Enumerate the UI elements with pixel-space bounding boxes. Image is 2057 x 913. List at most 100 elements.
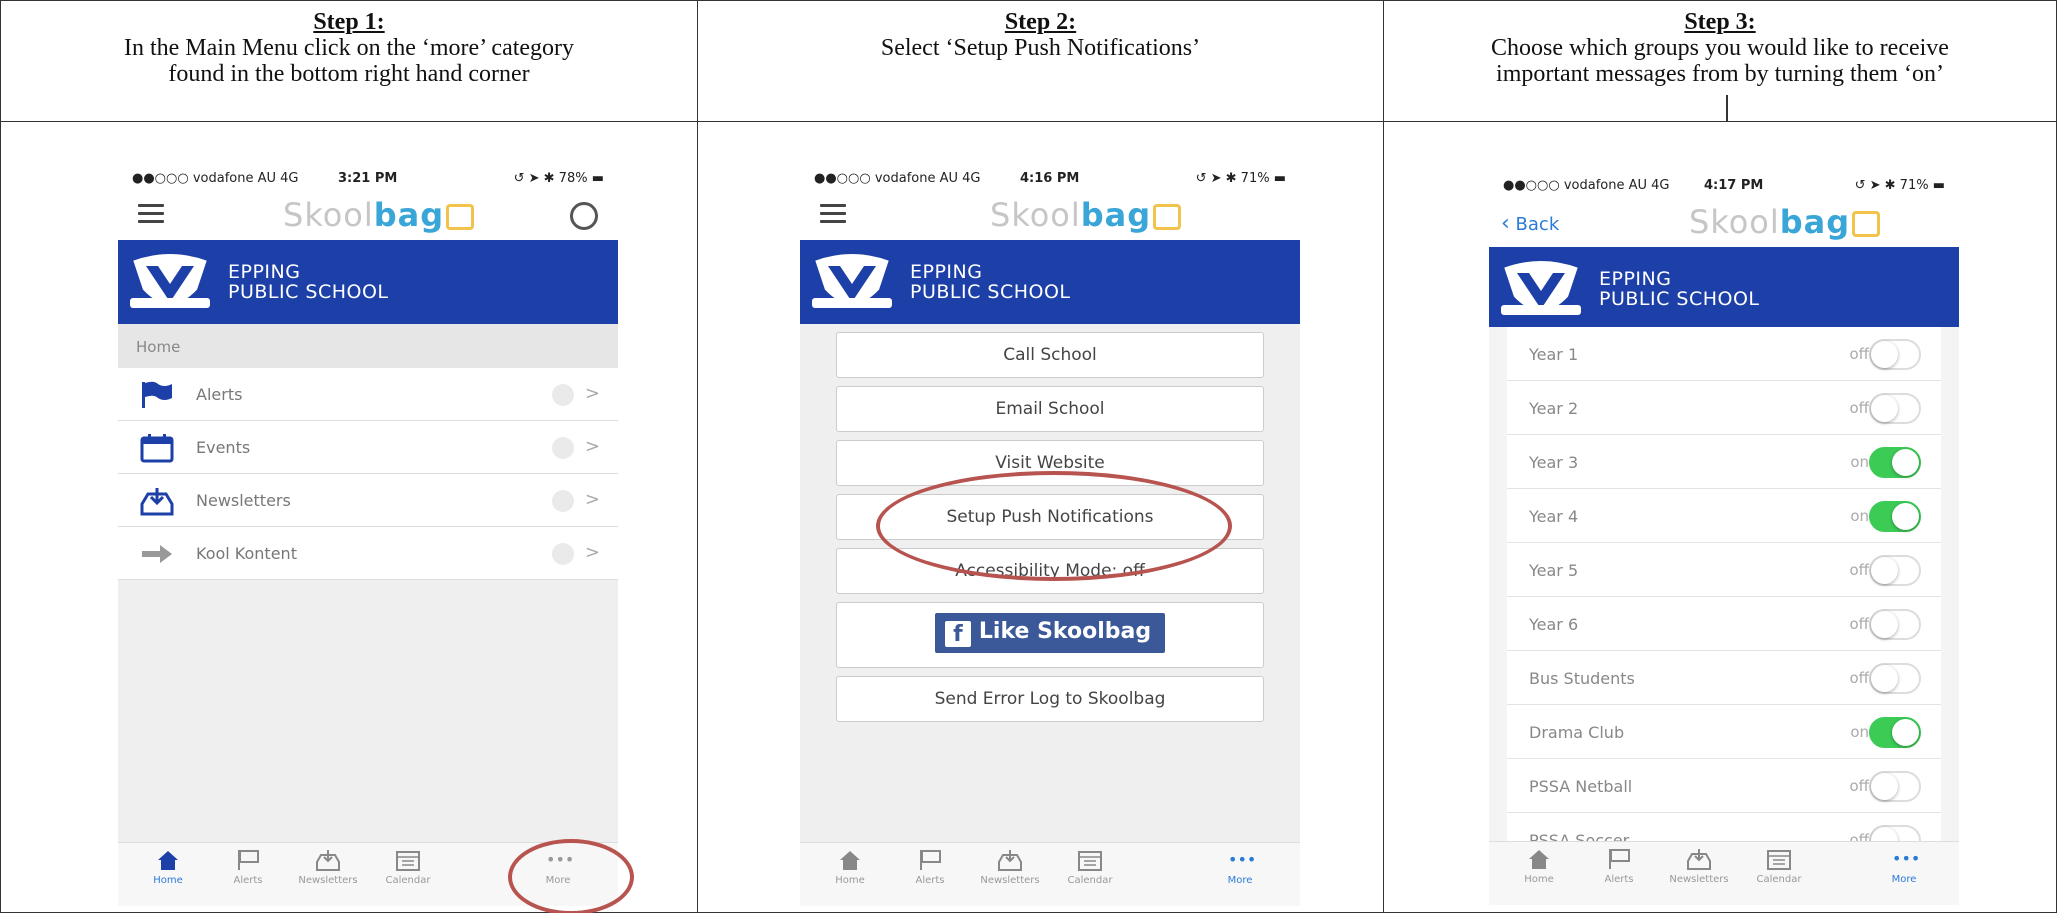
app-header: ‹ Back Skoolbag	[1489, 197, 1959, 247]
count-badge	[552, 490, 574, 512]
group-toggle-switch[interactable]	[1869, 825, 1921, 841]
menu-item-kool-kontent[interactable]: Kool Kontent >	[118, 527, 618, 580]
school-banner: EPPING PUBLIC SCHOOL	[118, 240, 618, 324]
school-name: EPPING PUBLIC SCHOOL	[1599, 268, 1760, 310]
calendar-icon	[396, 851, 420, 871]
toggle-knob	[1871, 341, 1898, 368]
tab-alerts[interactable]: Alerts	[1584, 848, 1654, 885]
school-crest-icon	[130, 252, 210, 308]
group-row: Year 1 off	[1507, 327, 1941, 381]
group-toggle-switch[interactable]	[1869, 339, 1921, 370]
carrier: ●●○○○ vodafone AU 4G	[814, 171, 981, 186]
clock: 4:17 PM	[1704, 178, 1764, 193]
calendar-icon	[140, 434, 174, 463]
tab-newsletters[interactable]: Newsletters	[1664, 848, 1734, 885]
app-header: Skoolbag	[118, 190, 618, 240]
group-toggle-switch[interactable]	[1869, 501, 1921, 532]
status-bar: ●●○○○ vodafone AU 4G 4:17 PM ↺ ➤ ✱ 71% ▬	[1489, 173, 1959, 197]
tab-more[interactable]: ••• More	[1205, 849, 1275, 886]
group-list: Year 1 off Year 2 off Year 3 on Year 4 on Year 5…	[1507, 327, 1941, 841]
toggle-state-label: on	[1850, 453, 1869, 471]
step-1-header: Step 1: In the Main Menu click on the ‘m…	[1, 1, 697, 122]
group-row: PSSA Netball off	[1507, 759, 1941, 813]
clock: 4:16 PM	[1020, 171, 1080, 186]
like-skoolbag-button[interactable]: f Like Skoolbag	[836, 602, 1264, 668]
chevron-right-icon: >	[584, 436, 600, 457]
home-icon	[1529, 850, 1549, 869]
group-name: Year 2	[1529, 399, 1579, 418]
group-toggle-switch[interactable]	[1869, 663, 1921, 694]
menu-item-alerts[interactable]: Alerts >	[118, 368, 618, 421]
tab-newsletters[interactable]: Newsletters	[975, 849, 1045, 886]
group-toggle-switch[interactable]	[1869, 447, 1921, 478]
group-name: Year 1	[1529, 345, 1579, 364]
toggle-knob	[1871, 773, 1898, 800]
group-name: Year 6	[1529, 615, 1579, 634]
hamburger-menu-icon[interactable]	[138, 204, 164, 224]
toggle-knob	[1871, 827, 1898, 841]
menu-item-label: Alerts	[196, 385, 243, 404]
battery: ↺ ➤ ✱ 71% ▬	[1195, 171, 1286, 186]
school-crest-icon	[812, 252, 892, 308]
tab-calendar[interactable]: Calendar	[1744, 848, 1814, 885]
toggle-state-label: off	[1849, 561, 1869, 579]
skoolbag-logo: Skoolbag	[1689, 203, 1881, 241]
tab-calendar[interactable]: Calendar	[1055, 849, 1125, 886]
newsletter-tray-icon	[1687, 849, 1711, 870]
toggle-state-label: off	[1849, 345, 1869, 363]
toggle-state-label: off	[1849, 615, 1869, 633]
group-name: Drama Club	[1529, 723, 1625, 742]
newsletter-tray-icon	[140, 488, 174, 516]
tab-alerts[interactable]: Alerts	[895, 849, 965, 886]
group-row: Year 3 on	[1507, 435, 1941, 489]
tab-home[interactable]: Home	[815, 849, 885, 886]
hamburger-menu-icon[interactable]	[820, 204, 846, 224]
toggle-knob	[1892, 503, 1919, 530]
newsletter-tray-icon	[998, 850, 1022, 871]
step-3-title: Step 3:	[1684, 9, 1756, 35]
skoolbag-logo: Skoolbag	[283, 196, 475, 234]
menu-item-newsletters[interactable]: Newsletters >	[118, 474, 618, 527]
school-banner: EPPING PUBLIC SCHOOL	[800, 240, 1300, 324]
chevron-right-icon: >	[584, 542, 600, 563]
school-banner: EPPING PUBLIC SCHOOL	[1489, 247, 1959, 327]
count-badge	[552, 543, 574, 565]
toggle-knob	[1871, 665, 1898, 692]
menu-item-label: Kool Kontent	[196, 544, 297, 563]
toggle-knob	[1871, 611, 1898, 638]
phone-screenshot-push-groups: ●●○○○ vodafone AU 4G 4:17 PM ↺ ➤ ✱ 71% ▬…	[1489, 173, 1959, 905]
back-button[interactable]: ‹ Back	[1501, 211, 1559, 236]
facebook-like-badge: f Like Skoolbag	[934, 613, 1166, 653]
step-1-line1: In the Main Menu click on the ‘more’ cat…	[123, 35, 575, 61]
tab-more[interactable]: ••• More	[1869, 848, 1939, 885]
chevron-left-icon: ‹	[1501, 211, 1510, 236]
group-toggle-switch[interactable]	[1869, 555, 1921, 586]
toggle-state-label: on	[1850, 507, 1869, 525]
highlight-oval-setup-push	[876, 471, 1232, 581]
flag-icon	[1609, 849, 1630, 869]
tab-calendar[interactable]: Calendar	[373, 849, 443, 886]
group-toggle-switch[interactable]	[1869, 771, 1921, 802]
tab-newsletters[interactable]: Newsletters	[293, 849, 363, 886]
instruction-table: Step 1: In the Main Menu click on the ‘m…	[0, 0, 2057, 913]
call-school-button[interactable]: Call School	[836, 332, 1264, 378]
sync-icon[interactable]	[570, 202, 598, 230]
flag-icon	[142, 381, 172, 408]
group-toggle-switch[interactable]	[1869, 717, 1921, 748]
tab-home[interactable]: Home	[1504, 848, 1574, 885]
tab-alerts[interactable]: Alerts	[213, 849, 283, 886]
tab-home[interactable]: Home	[133, 849, 203, 886]
group-row: Year 2 off	[1507, 381, 1941, 435]
email-school-button[interactable]: Email School	[836, 386, 1264, 432]
flag-icon	[238, 850, 259, 870]
tab-bar: Home Alerts Newsletters Calendar ••• More	[1489, 841, 1959, 905]
step-2-title: Step 2:	[1004, 9, 1077, 35]
carrier: ●●○○○ vodafone AU 4G	[132, 171, 299, 186]
menu-item-events[interactable]: Events >	[118, 421, 618, 474]
toggle-knob	[1871, 557, 1898, 584]
send-error-log-button[interactable]: Send Error Log to Skoolbag	[836, 676, 1264, 722]
group-toggle-switch[interactable]	[1869, 609, 1921, 640]
menu-item-label: Newsletters	[196, 491, 291, 510]
highlight-oval-more-tab	[508, 839, 634, 913]
group-toggle-switch[interactable]	[1869, 393, 1921, 424]
